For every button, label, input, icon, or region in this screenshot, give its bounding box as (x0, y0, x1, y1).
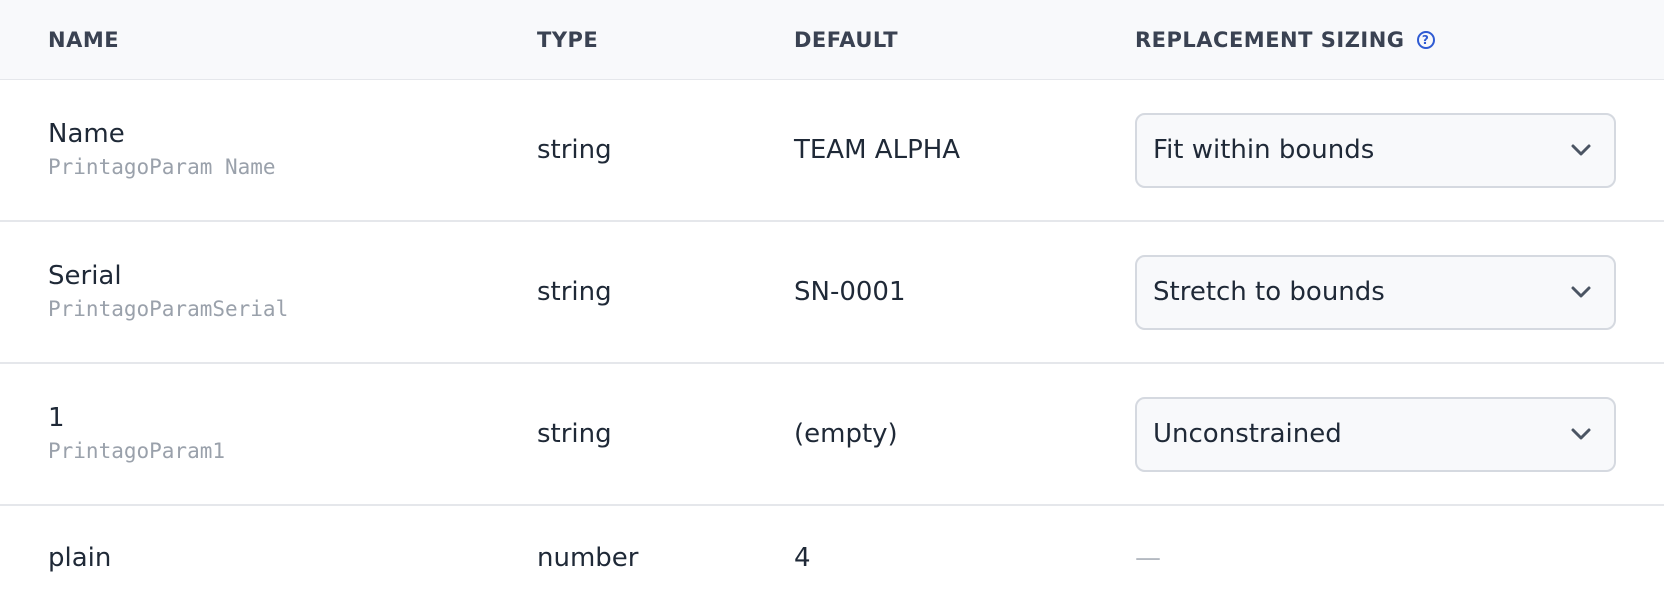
parameter-type: number (537, 543, 639, 573)
table-row: 1 PrintagoParam1 string (empty) Unconstr… (0, 364, 1664, 506)
chevron-down-icon (1571, 144, 1591, 156)
column-header-type: TYPE (537, 27, 599, 52)
column-header-replacement-sizing-label: REPLACEMENT SIZING (1135, 27, 1405, 52)
parameter-default: SN-0001 (794, 277, 906, 307)
chevron-down-icon (1571, 428, 1591, 440)
column-header-name: NAME (48, 27, 120, 52)
replacement-sizing-select[interactable]: Unconstrained (1135, 396, 1616, 472)
column-header-default: DEFAULT (794, 27, 899, 52)
sizing-cell: Fit within bounds (1135, 80, 1616, 220)
parameters-table: NAME TYPE DEFAULT REPLACEMENT SIZING ? N… (0, 0, 1664, 610)
name-cell: plain (48, 506, 111, 610)
replacement-sizing-value: Unconstrained (1153, 419, 1342, 449)
table-row: Name PrintagoParam Name string TEAM ALPH… (0, 80, 1664, 222)
parameter-name: 1 (48, 403, 65, 433)
parameter-default: 4 (794, 543, 811, 573)
sizing-cell: Stretch to bounds (1135, 222, 1616, 362)
parameter-type: string (537, 277, 612, 307)
parameter-name: Serial (48, 261, 122, 291)
parameter-type: string (537, 135, 612, 165)
name-cell: 1 PrintagoParam1 (48, 364, 225, 504)
sizing-cell: Unconstrained (1135, 364, 1616, 504)
sizing-cell: — (1135, 506, 1616, 610)
table-row: Serial PrintagoParamSerial string SN-000… (0, 222, 1664, 364)
parameter-key: PrintagoParam1 (48, 439, 226, 463)
parameter-key: PrintagoParam Name (48, 155, 276, 179)
parameter-default: (empty) (794, 419, 898, 449)
replacement-sizing-select[interactable]: Stretch to bounds (1135, 254, 1616, 330)
table-row: plain number 4 — (0, 506, 1664, 610)
replacement-sizing-value: Fit within bounds (1153, 135, 1375, 165)
parameter-name: plain (48, 543, 112, 573)
parameter-default: TEAM ALPHA (794, 135, 961, 165)
replacement-sizing-select[interactable]: Fit within bounds (1135, 112, 1616, 188)
parameter-key: PrintagoParamSerial (48, 297, 289, 321)
name-cell: Name PrintagoParam Name (48, 80, 276, 220)
question-circle-icon[interactable]: ? (1416, 30, 1435, 49)
parameter-name: Name (48, 119, 125, 149)
parameter-type: string (537, 419, 612, 449)
chevron-down-icon (1571, 286, 1591, 298)
replacement-sizing-value: Stretch to bounds (1153, 277, 1385, 307)
sizing-not-applicable: — (1135, 543, 1161, 573)
table-header: NAME TYPE DEFAULT REPLACEMENT SIZING ? (0, 0, 1664, 80)
name-cell: Serial PrintagoParamSerial (48, 222, 288, 362)
column-header-replacement-sizing: REPLACEMENT SIZING ? (1135, 0, 1616, 79)
